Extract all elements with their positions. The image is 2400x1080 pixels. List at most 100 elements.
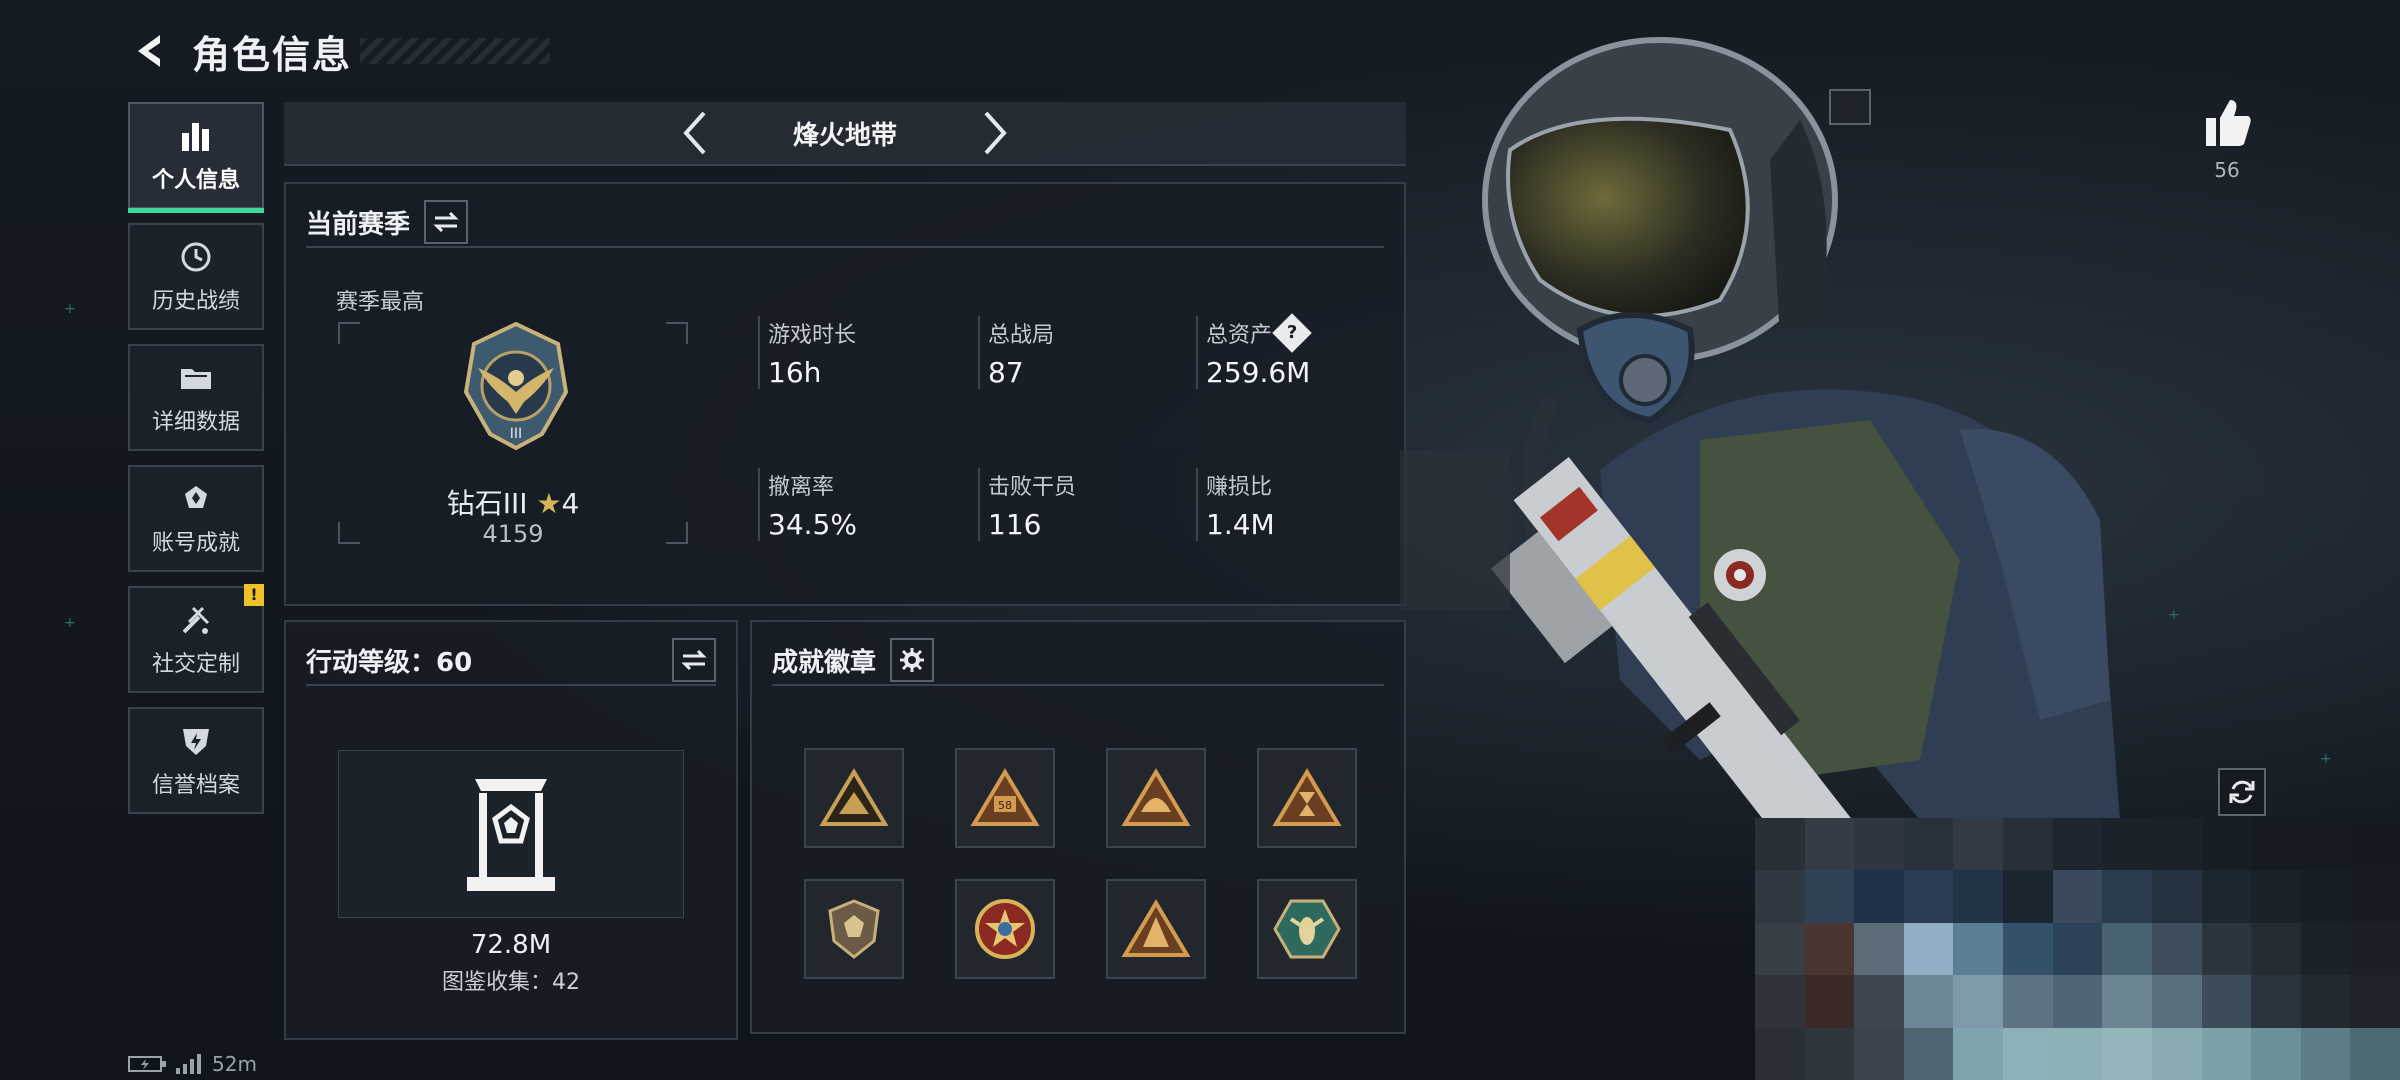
sidebar: 个人信息 历史战绩 详细数据 账号成就 ! 社交定制 信誉档案 [128,102,264,828]
collection-count: 图鉴收集：42 [442,970,580,995]
refresh-icon [2229,780,2255,804]
badge-triangle-icon[interactable] [1106,879,1206,979]
stat-value: 87 [988,356,1024,389]
sidebar-item-history[interactable]: 历史战绩 [128,223,264,330]
status-bar: 52m [128,1050,257,1078]
sidebar-item-label: 信誉档案 [151,772,240,798]
mode-label: 烽火地带 [792,120,897,151]
panel-title: 当前赛季 [306,209,411,240]
sidebar-item-label: 详细数据 [151,409,240,435]
title-decoration [360,38,551,64]
battery-icon [128,1056,166,1072]
badge-58-icon[interactable]: 58 [955,748,1055,848]
stat-label: 总资产 ? [1206,313,1396,353]
sidebar-item-details[interactable]: 详细数据 [128,344,264,451]
signal-icon [176,1054,201,1074]
history-clock-icon [176,239,216,275]
rank-line: 钻石III ★4 [338,482,688,522]
rank-stars: 4 [561,487,580,520]
page-title: 角色信息 [192,32,353,77]
like-count: 56 [2214,158,2240,182]
panel-header: 成就徽章 [772,636,1384,686]
stat-profit-loss: 赚损比 1.4M [1196,468,1396,541]
bar-chart-icon [176,118,216,154]
back-button[interactable] [128,27,176,75]
help-button[interactable]: ? [1272,313,1312,353]
badge-shield-icon[interactable] [804,879,904,979]
achievement-badges-panel: 成就徽章 58 [750,620,1406,1034]
panel-header: 当前赛季 [306,198,1384,248]
action-level-panel: 行动等级：60 72.8M 图鉴收集：42 [284,620,738,1040]
sidebar-item-label: 历史战绩 [151,288,240,314]
swap-icon [433,211,459,233]
stat-value: 116 [988,508,1042,541]
sidebar-item-label: 账号成就 [151,530,240,556]
panel-header: 行动等级：60 [306,636,716,686]
pixelated-region [1755,818,2400,1080]
panel-title: 行动等级：60 [306,647,473,678]
rank-card: III 钻石III ★4 4159 [338,322,688,548]
badge-hourglass-icon[interactable] [1257,748,1357,848]
stat-label-text: 总资产 [1206,323,1273,348]
chevron-left-icon [683,111,706,155]
sidebar-item-achievements[interactable]: 账号成就 [128,465,264,572]
stat-value: 34.5% [768,508,857,541]
rotate-model-button[interactable] [2218,768,2266,816]
sidebar-item-reputation[interactable]: 信誉档案 [128,707,264,814]
level-switch-button[interactable] [672,638,716,682]
decor-plus: + [64,615,76,631]
rank-points: 4159 [482,520,544,548]
season-switch-button[interactable] [424,200,469,244]
stat-value: 16h [768,356,822,389]
asset-value: 72.8M [470,930,552,960]
chevron-right-icon [984,111,1007,155]
stat-extract-rate: 撤离率 34.5% [758,468,958,541]
star-icon: ★ [536,487,562,520]
shield-bolt-icon [176,723,216,759]
badge-ambush-icon[interactable] [804,748,904,848]
stat-operators-defeated: 击败干员 116 [978,468,1178,541]
rank-name: 钻石III [446,487,528,520]
sidebar-item-label: 社交定制 [151,651,240,677]
svg-text:58: 58 [998,799,1012,812]
stat-label: 击败干员 [988,475,1077,500]
decor-plus: + [64,301,76,317]
swap-icon [681,649,707,671]
svg-text:III: III [510,426,522,442]
gear-icon [900,648,925,672]
decor-plus: + [2320,751,2332,767]
stat-label: 赚损比 [1206,475,1273,500]
status-text: 52m [212,1052,257,1076]
stat-total-matches: 总战局 87 [978,316,1178,389]
tools-icon [176,602,216,638]
badge-star-medal-icon[interactable] [955,879,1055,979]
stat-total-assets: 总资产 ? 259.6M [1196,313,1396,389]
stat-label: 总战局 [988,323,1055,348]
folder-icon [176,360,216,396]
sidebar-item-personal-info[interactable]: 个人信息 [128,102,264,213]
stat-label: 撤离率 [768,475,835,500]
decor-plus: + [2168,607,2180,623]
stat-value: 259.6M [1206,356,1311,389]
sidebar-item-social[interactable]: ! 社交定制 [128,584,264,693]
rank-emblem-icon: III [463,322,569,451]
stat-play-time: 游戏时长 16h [758,316,958,389]
achievement-icon [176,481,216,517]
stat-value: 1.4M [1206,508,1275,541]
help-icon: ? [1286,321,1298,343]
collection-case-icon [467,779,555,891]
stat-label: 游戏时长 [768,323,857,348]
panel-title: 成就徽章 [772,647,877,678]
badge-settings-button[interactable] [890,638,935,682]
mode-prev-button[interactable] [665,103,725,163]
badge-wasp-icon[interactable] [1257,879,1357,979]
thumbs-up-icon[interactable] [2200,96,2254,150]
page-header: 角色信息 [128,24,551,78]
collection-display[interactable] [338,750,684,918]
badge-helmet-icon[interactable] [1106,748,1206,848]
current-season-panel: 当前赛季 赛季最高 III 钻石III ★4 4159 游戏时长 16h 总战局… [284,182,1406,606]
alert-badge: ! [244,584,264,606]
sidebar-item-label: 个人信息 [151,167,240,193]
back-arrow-icon [138,35,160,67]
mode-next-button[interactable] [965,103,1025,163]
